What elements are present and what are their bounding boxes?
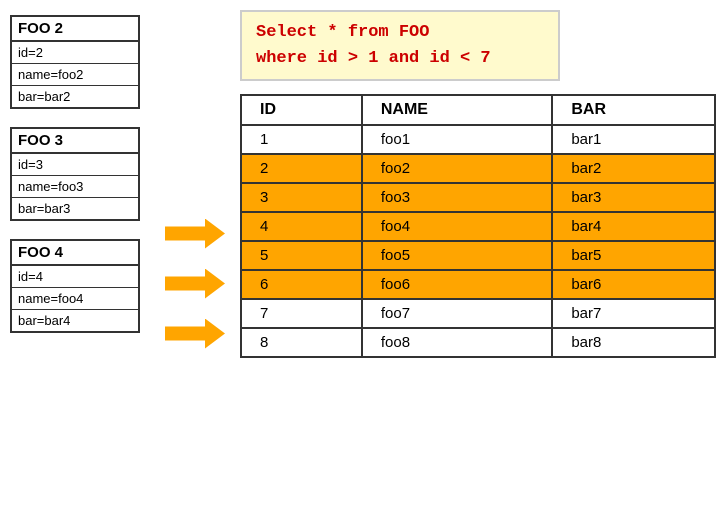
table-cell: foo6 — [362, 270, 552, 299]
table-row: 2foo2bar2 — [241, 154, 715, 183]
table-cell: foo7 — [362, 299, 552, 328]
table-cell: 3 — [241, 183, 362, 212]
foo-card: FOO 3id=3name=foo3bar=bar3 — [10, 127, 140, 221]
table-cell: foo2 — [362, 154, 552, 183]
table-cell: 1 — [241, 125, 362, 154]
sql-line2: where id > 1 and id < 7 — [256, 46, 544, 72]
foo-card-row: bar=bar4 — [12, 310, 138, 331]
left-panel: FOO 2id=2name=foo2bar=bar2FOO 3id=3name=… — [10, 10, 150, 497]
sql-box: Select * from FOO where id > 1 and id < … — [240, 10, 560, 81]
table-cell: 2 — [241, 154, 362, 183]
foo-card-row: bar=bar3 — [12, 198, 138, 219]
table-cell: bar6 — [552, 270, 715, 299]
table-cell: bar8 — [552, 328, 715, 357]
table-cell: foo3 — [362, 183, 552, 212]
table-column-header: ID — [241, 95, 362, 125]
table-row: 5foo5bar5 — [241, 241, 715, 270]
table-row: 7foo7bar7 — [241, 299, 715, 328]
foo-card-header: FOO 4 — [12, 241, 138, 266]
table-cell: bar4 — [552, 212, 715, 241]
table-cell: 6 — [241, 270, 362, 299]
arrow-right-icon — [165, 219, 225, 249]
foo-card-row: id=2 — [12, 42, 138, 64]
main-container: FOO 2id=2name=foo2bar=bar2FOO 3id=3name=… — [0, 0, 726, 507]
foo-card-row: id=3 — [12, 154, 138, 176]
table-row: 1foo1bar1 — [241, 125, 715, 154]
table-cell: bar7 — [552, 299, 715, 328]
foo-card-header: FOO 2 — [12, 17, 138, 42]
foo-card: FOO 4id=4name=foo4bar=bar4 — [10, 239, 140, 333]
arrows-panel — [160, 70, 230, 497]
table-row: 4foo4bar4 — [241, 212, 715, 241]
foo-card: FOO 2id=2name=foo2bar=bar2 — [10, 15, 140, 109]
foo-card-header: FOO 3 — [12, 129, 138, 154]
arrow-right-icon — [165, 319, 225, 349]
table-cell: 8 — [241, 328, 362, 357]
sql-line1: Select * from FOO — [256, 20, 544, 46]
foo-card-row: name=foo3 — [12, 176, 138, 198]
table-column-header: NAME — [362, 95, 552, 125]
table-cell: bar1 — [552, 125, 715, 154]
result-table: IDNAMEBAR 1foo1bar12foo2bar23foo3bar34fo… — [240, 94, 716, 358]
table-cell: 5 — [241, 241, 362, 270]
table-cell: foo1 — [362, 125, 552, 154]
foo-card-row: id=4 — [12, 266, 138, 288]
foo-card-row: name=foo4 — [12, 288, 138, 310]
arrow-right-icon — [165, 269, 225, 299]
table-row: 3foo3bar3 — [241, 183, 715, 212]
table-row: 8foo8bar8 — [241, 328, 715, 357]
table-cell: 7 — [241, 299, 362, 328]
table-cell: foo5 — [362, 241, 552, 270]
foo-card-row: name=foo2 — [12, 64, 138, 86]
table-cell: bar2 — [552, 154, 715, 183]
table-column-header: BAR — [552, 95, 715, 125]
right-panel: Select * from FOO where id > 1 and id < … — [240, 10, 716, 497]
table-cell: bar3 — [552, 183, 715, 212]
table-cell: bar5 — [552, 241, 715, 270]
table-cell: 4 — [241, 212, 362, 241]
foo-card-row: bar=bar2 — [12, 86, 138, 107]
table-cell: foo4 — [362, 212, 552, 241]
table-cell: foo8 — [362, 328, 552, 357]
table-row: 6foo6bar6 — [241, 270, 715, 299]
